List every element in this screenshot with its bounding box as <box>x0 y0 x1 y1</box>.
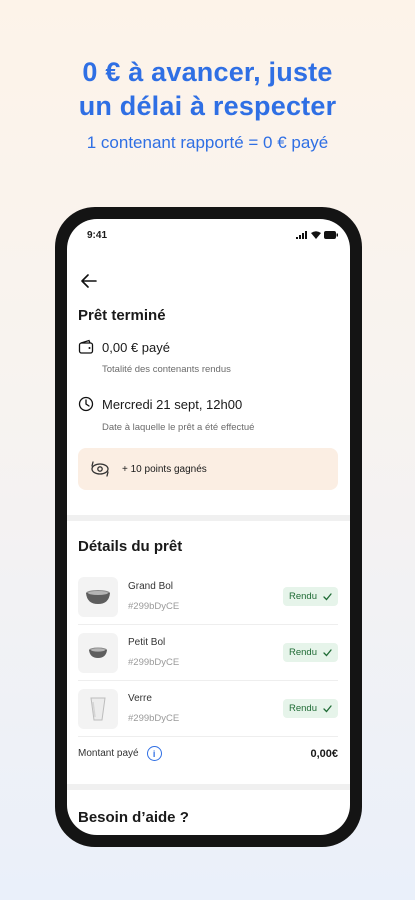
points-banner: + 10 points gagnés <box>78 448 338 490</box>
promo-title-line2: un délai à respecter <box>78 91 337 121</box>
item-code: #299bDyCE <box>128 657 180 668</box>
promo-title-line1: 0 € à avancer, juste <box>82 57 333 87</box>
item-texts: Verre #299bDyCE <box>128 693 283 724</box>
item-name: Verre <box>128 693 152 704</box>
check-icon <box>323 648 332 656</box>
item-code: #299bDyCE <box>128 713 180 724</box>
promo-title: 0 € à avancer, juste un délai à respecte… <box>0 55 415 123</box>
list-item[interactable]: Verre #299bDyCE Rendu <box>78 681 338 737</box>
small-bowl-icon <box>89 647 107 658</box>
status-label: Rendu <box>289 591 317 602</box>
promo-subtitle: 1 contenant rapporté = 0 € payé <box>86 133 329 152</box>
amount-row: Montant payé i 0,00€ <box>78 746 338 761</box>
item-texts: Grand Bol #299bDyCE <box>128 581 283 612</box>
container-thumbnail <box>78 688 118 729</box>
date-row: Mercredi 21 sept, 12h00 <box>78 396 242 412</box>
details-title: Détails du prêt <box>78 538 183 555</box>
status-bar: 9:41 <box>67 219 350 251</box>
item-code: #299bDyCE <box>128 601 180 612</box>
date-hint: Date à laquelle le prêt a été effectué <box>102 422 255 433</box>
item-texts: Petit Bol #299bDyCE <box>128 637 283 668</box>
info-icon[interactable]: i <box>146 746 162 761</box>
paid-amount: 0,00 € payé <box>102 339 170 355</box>
battery-icon <box>324 231 338 239</box>
recycle-icon <box>91 461 109 477</box>
loan-date: Mercredi 21 sept, 12h00 <box>102 396 243 412</box>
status-icons <box>296 231 338 239</box>
list-item[interactable]: Petit Bol #299bDyCE Rendu <box>78 625 338 681</box>
paid-row: 0,00 € payé <box>78 339 170 355</box>
container-thumbnail <box>78 576 118 617</box>
item-name: Grand Bol <box>128 581 174 592</box>
glass-icon <box>90 697 106 720</box>
status-label: Rendu <box>289 703 317 714</box>
section-divider <box>67 784 350 790</box>
check-icon <box>323 704 332 712</box>
list-item[interactable]: Grand Bol #299bDyCE Rendu <box>78 569 338 625</box>
paid-hint: Totalité des contenants rendus <box>102 364 231 375</box>
phone-frame: 9:41 Prêt terminé 0,00 € payé Totalité d… <box>55 207 362 847</box>
status-badge: Rendu <box>283 643 338 662</box>
points-text: + 10 points gagnés <box>122 463 207 475</box>
section-divider <box>67 515 350 521</box>
status-label: Rendu <box>289 647 317 658</box>
loan-title: Prêt terminé <box>78 307 166 324</box>
amount-value: 0,00€ <box>310 747 338 760</box>
wallet-icon <box>78 339 94 354</box>
amount-label: Montant payé <box>78 748 139 759</box>
promo-header: 0 € à avancer, juste un délai à respecte… <box>0 55 415 153</box>
signal-icon <box>296 231 307 239</box>
large-bowl-icon <box>86 589 110 604</box>
arrow-left-icon <box>81 274 97 288</box>
item-name: Petit Bol <box>128 637 166 648</box>
back-button[interactable] <box>77 269 101 293</box>
clock-icon <box>78 396 94 412</box>
container-thumbnail <box>78 632 118 673</box>
amount-label-group: Montant payé i <box>78 746 162 761</box>
status-badge: Rendu <box>283 699 338 718</box>
check-icon <box>323 592 332 600</box>
wifi-icon <box>311 231 321 239</box>
help-title[interactable]: Besoin d’aide ? <box>78 809 189 826</box>
status-badge: Rendu <box>283 587 338 606</box>
app-screen: 9:41 Prêt terminé 0,00 € payé Totalité d… <box>67 219 350 835</box>
status-time: 9:41 <box>87 229 108 241</box>
